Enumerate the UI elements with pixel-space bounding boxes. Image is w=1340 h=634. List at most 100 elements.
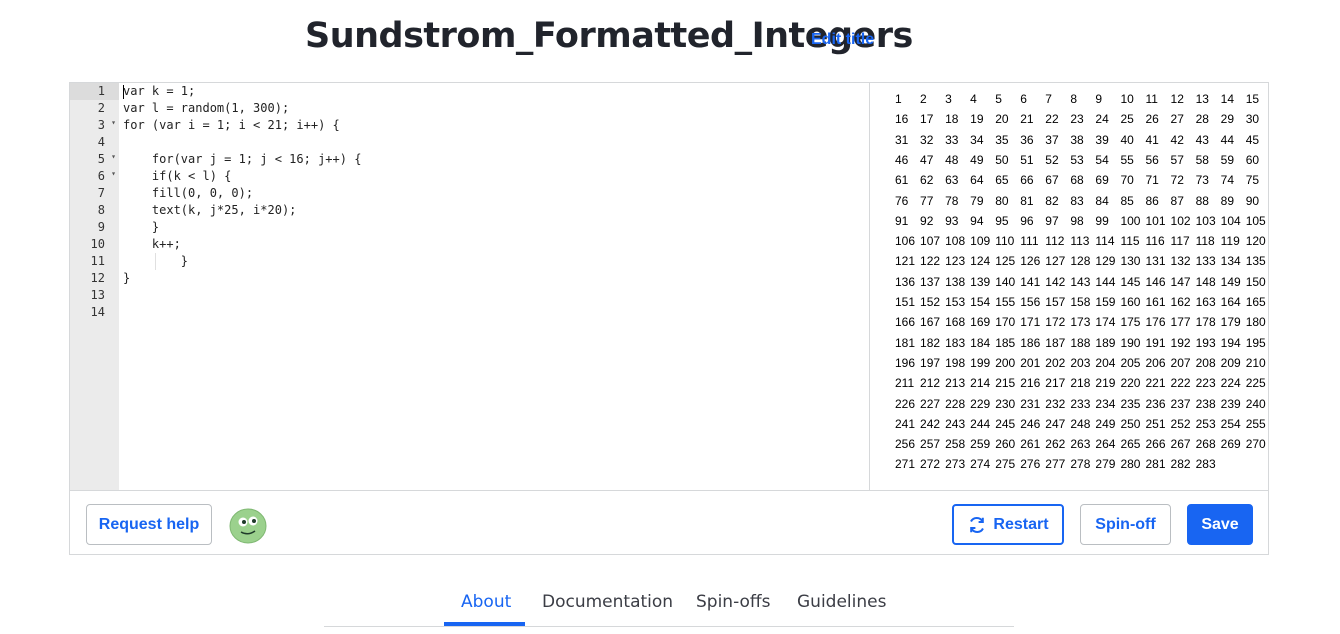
output-number: 272 [920,457,941,472]
fold-arrow-icon[interactable]: ▾ [111,152,116,161]
request-help-button[interactable]: Request help [86,504,212,545]
output-number: 157 [1045,295,1066,309]
output-number: 185 [995,335,1016,350]
output-number: 23 [1070,112,1084,127]
output-number: 32 [920,132,934,147]
tab-about[interactable]: About [461,592,511,612]
output-number: 206 [1145,355,1166,370]
output-number: 77 [920,193,934,208]
output-number: 225 [1245,376,1266,391]
output-number: 87 [1170,193,1184,208]
code-line[interactable]: } [123,270,130,287]
output-number: 49 [970,152,984,167]
output-number: 43 [1195,132,1209,147]
output-number: 139 [970,274,991,289]
output-number: 259 [970,437,991,452]
output-number: 65 [995,173,1009,188]
output-number: 171 [1020,315,1041,330]
line-number: 12 [90,271,105,285]
output-number: 251 [1145,416,1166,431]
output-number: 58 [1195,152,1209,167]
output-number: 11 [1145,92,1158,106]
save-button[interactable]: Save [1187,504,1253,545]
code-line[interactable]: if(k < l) { [123,168,231,185]
output-number: 90 [1245,193,1260,208]
output-number: 238 [1195,396,1216,411]
output-number: 104 [1220,213,1241,228]
output-number: 115 [1120,234,1140,249]
spinoff-button[interactable]: Spin-off [1080,504,1171,545]
code-editor[interactable]: 1 2 3 ▾ 4 5 ▾ 6 ▾ 7 8 9 10 11 12 13 14 var k = 1; var l =… [70,83,870,490]
code-line[interactable]: } [123,219,159,236]
output-number: 41 [1145,132,1159,147]
output-number: 156 [1020,295,1041,309]
line-number: 5 [97,152,105,166]
output-number: 36 [1020,132,1034,147]
output-number: 22 [1045,112,1059,127]
output-number: 164 [1220,295,1241,309]
output-number: 137 [920,274,941,289]
code-line[interactable]: var k = 1; [123,83,195,100]
output-number: 196 [895,355,916,370]
output-number: 208 [1195,355,1216,370]
code-line[interactable]: fill(0, 0, 0); [123,185,253,202]
code-line[interactable]: var l = random(1, 300); [123,100,289,117]
gutter-line: 1 [70,83,119,100]
output-number: 167 [920,315,941,330]
output-number: 114 [1095,234,1115,249]
output-number: 108 [945,234,966,249]
output-number: 207 [1170,355,1191,370]
gutter-line: 7 [70,185,119,202]
output-number: 187 [1045,335,1066,350]
output-number: 147 [1170,274,1191,289]
output-number: 194 [1220,335,1241,350]
output-number: 191 [1145,335,1166,350]
code-lines[interactable]: var k = 1; var l = random(1, 300); for (va… [123,83,863,490]
output-number: 15 [1245,92,1260,106]
code-line[interactable]: text(k, j*25, i*20); [123,202,297,219]
code-line[interactable]: for(var j = 1; j < 16; j++) { [123,151,362,168]
output-number: 221 [1145,376,1166,391]
output-number: 128 [1070,254,1091,269]
output-number: 163 [1195,295,1216,309]
output-number: 42 [1170,132,1184,147]
output-number: 261 [1020,437,1041,452]
output-number: 80 [995,193,1009,208]
output-number: 253 [1195,416,1216,431]
output-number: 282 [1170,457,1191,472]
output-number: 249 [1095,416,1116,431]
output-number: 102 [1170,213,1191,228]
output-number: 52 [1045,152,1059,167]
output-number: 220 [1120,376,1141,391]
tab-guidelines[interactable]: Guidelines [797,592,886,612]
code-line[interactable]: for (var i = 1; i < 21; i++) { [123,117,340,134]
fold-arrow-icon[interactable]: ▾ [111,118,116,127]
output-number: 176 [1145,315,1166,330]
output-number: 150 [1245,274,1266,289]
output-number: 111 [1020,234,1039,249]
output-number: 278 [1070,457,1091,472]
program-output-canvas[interactable]: 1 2 3 4 5 6 7 8 9 10 11 12 13 14 15 16 17 18 19 20 21 22 23 24 2… [870,83,1268,490]
output-number: 203 [1070,355,1091,370]
output-number: 152 [920,295,941,309]
restart-button[interactable]: Restart [952,504,1064,545]
fold-arrow-icon[interactable]: ▾ [111,169,116,178]
output-number: 131 [1145,254,1166,269]
output-number: 85 [1120,193,1134,208]
output-number: 132 [1170,254,1191,269]
output-number: 62 [920,173,934,188]
output-number: 124 [970,254,991,269]
output-number: 184 [970,335,991,350]
output-number: 75 [1245,173,1260,188]
output-number: 67 [1045,173,1059,188]
output-number: 260 [995,437,1016,452]
output-number: 24 [1095,112,1109,127]
output-number: 46 [895,152,909,167]
tab-documentation[interactable]: Documentation [542,592,673,612]
output-number: 274 [970,457,991,472]
output-number: 51 [1020,152,1034,167]
output-number: 123 [945,254,966,269]
edit-title-link[interactable]: Edit title [811,31,874,49]
tab-spin-offs[interactable]: Spin-offs [696,592,771,612]
code-line[interactable]: k++; [123,236,181,253]
